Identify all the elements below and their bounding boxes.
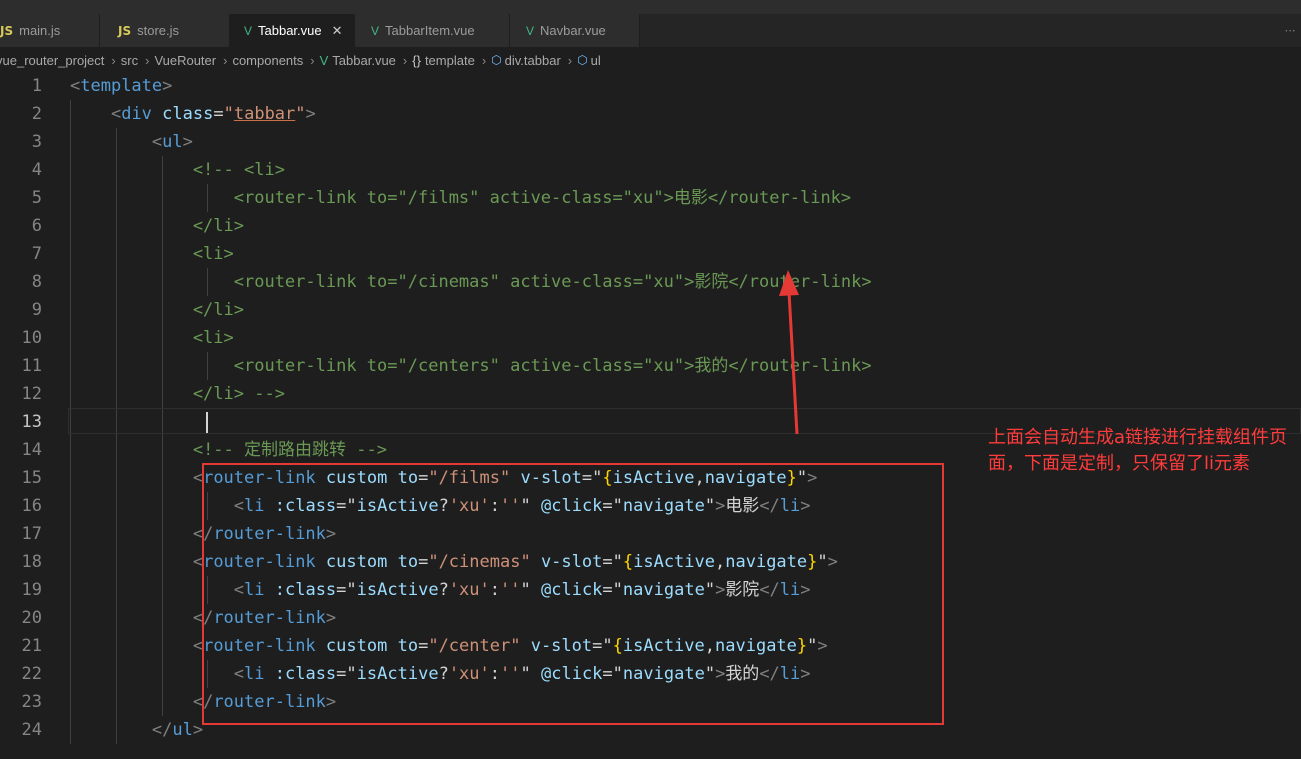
code-text: <template>: [70, 76, 173, 96]
line-number: 16: [21, 496, 42, 516]
vue-file-icon: V: [244, 23, 253, 38]
tab-navbar-vue[interactable]: V Navbar.vue: [510, 14, 640, 47]
element-cube-icon: ⬡: [577, 53, 588, 67]
line-number: 7: [31, 244, 42, 264]
line-number: 17: [21, 524, 42, 544]
code-line[interactable]: 5 <router-link to="/films" active-class=…: [0, 184, 1301, 212]
line-number: 22: [21, 664, 42, 684]
code-line[interactable]: 7 <li>: [0, 240, 1301, 268]
line-number: 2: [31, 104, 42, 124]
tab-label: Tabbar.vue: [258, 23, 322, 38]
highlight-box: [202, 463, 944, 725]
code-line[interactable]: 3 <ul>: [0, 128, 1301, 156]
code-text: <router-link to="/films" active-class="x…: [70, 188, 852, 208]
code-text: <li>: [70, 244, 234, 264]
editor-tab-bar: JS main.js JS store.js V Tabbar.vue ✕ V …: [0, 14, 1301, 47]
line-number: 12: [21, 384, 42, 404]
tab-label: TabbarItem.vue: [385, 23, 475, 38]
code-text: </li>: [70, 216, 244, 236]
js-file-icon: JS: [0, 23, 14, 38]
breadcrumb-item[interactable]: src: [121, 53, 138, 68]
breadcrumb-item[interactable]: vue_router_project: [0, 53, 104, 68]
tab-main-js[interactable]: JS main.js: [0, 14, 100, 47]
code-line[interactable]: 12 </li> -->: [0, 380, 1301, 408]
breadcrumb-item[interactable]: template: [425, 53, 475, 68]
line-number: 6: [31, 216, 42, 236]
code-line[interactable]: 10 <li>: [0, 324, 1301, 352]
code-text: <!-- <li>: [70, 160, 285, 180]
line-number: 5: [31, 188, 42, 208]
chevron-right-icon: ›: [481, 52, 487, 68]
line-number: 4: [31, 160, 42, 180]
line-number: 14: [21, 440, 42, 460]
line-number: 20: [21, 608, 42, 628]
line-number: 15: [21, 468, 42, 488]
title-bar-strip: [0, 0, 1301, 14]
tab-store-js[interactable]: JS store.js: [100, 14, 230, 47]
breadcrumb-item[interactable]: VueRouter: [154, 53, 216, 68]
code-text: </ul>: [151, 720, 204, 740]
chevron-right-icon: ›: [111, 52, 116, 68]
chevron-right-icon: ›: [402, 52, 408, 68]
chevron-right-icon: ›: [567, 52, 573, 68]
code-line[interactable]: 6 </li>: [0, 212, 1301, 240]
code-text: <router-link to="/centers" active-class=…: [70, 356, 872, 376]
vue-file-icon: V: [371, 23, 380, 38]
element-cube-icon: ⬡: [491, 53, 502, 67]
code-line[interactable]: 11 <router-link to="/centers" active-cla…: [0, 352, 1301, 380]
code-line[interactable]: 1 <template>: [0, 72, 1301, 100]
breadcrumb-item[interactable]: components: [232, 53, 303, 68]
breadcrumb-item[interactable]: Tabbar.vue: [332, 53, 396, 68]
line-number: 1: [31, 76, 42, 96]
vue-file-icon: V: [319, 52, 329, 68]
breadcrumb: vue_router_project › src › VueRouter › c…: [0, 47, 1301, 73]
close-icon[interactable]: ✕: [332, 23, 343, 39]
line-number: 13: [21, 412, 42, 432]
line-number: 18: [21, 552, 42, 572]
vue-file-icon: V: [526, 23, 535, 38]
code-line[interactable]: 8 <router-link to="/cinemas" active-clas…: [0, 268, 1301, 296]
chevron-right-icon: ›: [223, 52, 228, 68]
line-number: 9: [31, 300, 42, 320]
tab-label: Navbar.vue: [540, 23, 606, 38]
code-text: <li>: [70, 328, 234, 348]
code-line[interactable]: 9 </li>: [0, 296, 1301, 324]
tab-label: main.js: [19, 23, 61, 38]
line-number: 23: [21, 692, 42, 712]
code-text: <div class="tabbar">: [110, 104, 316, 124]
braces-icon: {}: [412, 52, 421, 68]
annotation-note: 上面会自动生成a链接进行挂载组件页面，下面是定制，只保留了li元素: [988, 427, 1288, 474]
code-line[interactable]: 2 <div class="tabbar">: [0, 100, 1301, 128]
tab-tabbar-vue[interactable]: V Tabbar.vue ✕: [230, 14, 355, 47]
code-text: </li> -->: [70, 384, 285, 404]
tab-label: store.js: [137, 23, 180, 38]
code-line[interactable]: 4 <!-- <li>: [0, 156, 1301, 184]
line-number: 11: [21, 356, 42, 376]
text-cursor: [206, 412, 208, 433]
line-number: 21: [21, 636, 42, 656]
line-number: 3: [31, 132, 42, 152]
more-actions-icon[interactable]: ⋯: [1279, 14, 1301, 47]
breadcrumb-item[interactable]: div.tabbar: [505, 53, 561, 68]
line-number: 19: [21, 580, 42, 600]
chevron-right-icon: ›: [310, 52, 315, 68]
breadcrumb-item[interactable]: ul: [591, 53, 601, 68]
code-text: <!-- 定制路由跳转 -->: [192, 440, 387, 460]
code-text: <ul>: [151, 132, 193, 152]
line-number: 10: [21, 328, 42, 348]
code-text: <router-link to="/cinemas" active-class=…: [70, 272, 872, 292]
chevron-right-icon: ›: [145, 52, 150, 68]
tab-tabbaritem-vue[interactable]: V TabbarItem.vue: [355, 14, 510, 47]
code-text: </li>: [70, 300, 244, 320]
js-file-icon: JS: [118, 23, 132, 38]
line-number: 24: [21, 720, 42, 740]
line-number: 8: [31, 272, 42, 292]
